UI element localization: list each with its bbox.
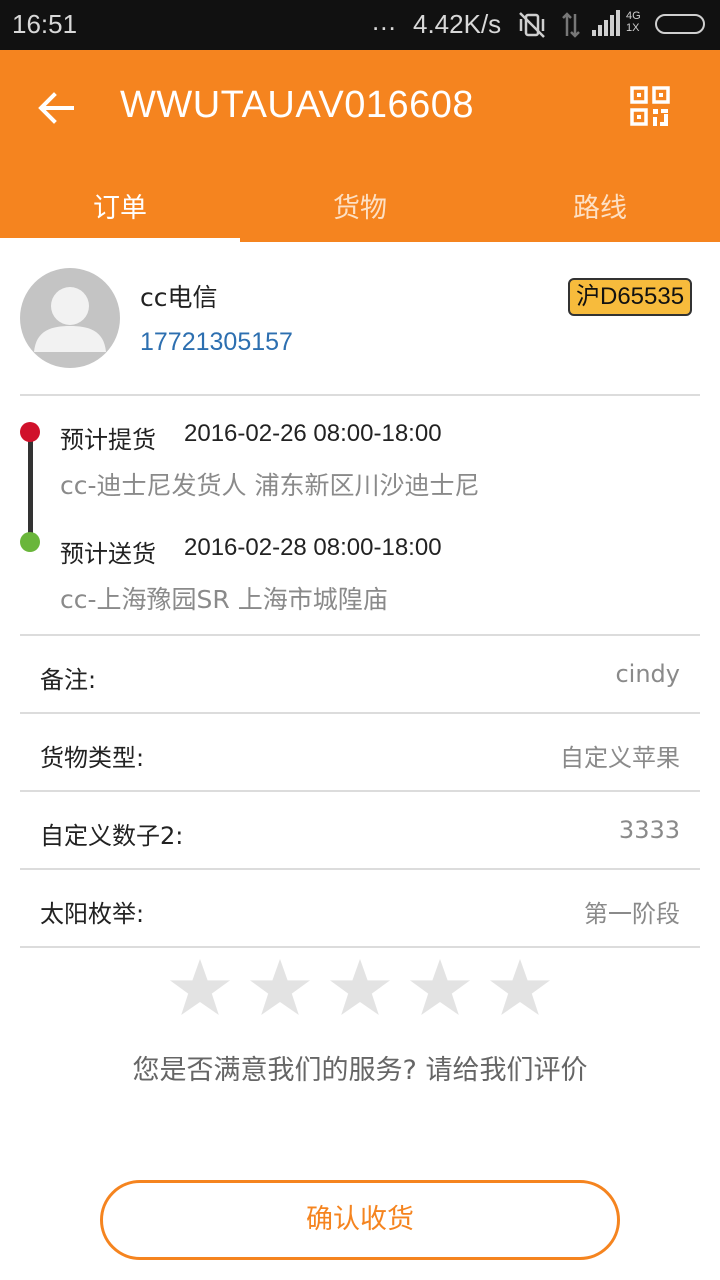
star-icon — [170, 959, 230, 1015]
pickup-dot — [20, 422, 40, 442]
delivery-time: 2016-02-28 08:00-18:00 — [184, 534, 442, 561]
info-label: 自定义数子2: — [40, 822, 184, 850]
license-plate-badge: 沪D65535 — [568, 278, 693, 316]
info-value: 自定义苹果 — [560, 744, 680, 772]
contact-name: cc电信 — [140, 283, 218, 312]
star-4-button[interactable] — [400, 952, 480, 1024]
info-value: 3333 — [618, 816, 680, 844]
delivery-label: 预计送货 — [60, 540, 156, 568]
status-bar: 16:51 ... 4.42K/s 4G 1X — [0, 0, 720, 50]
network-type-label: 4G 1X — [626, 10, 641, 34]
info-row-sun-enum: 太阳枚举: 第一阶段 — [20, 870, 700, 946]
avatar — [20, 268, 120, 368]
battery-icon — [655, 14, 705, 34]
delivery-dot — [20, 532, 40, 552]
info-label: 备注: — [40, 666, 97, 694]
rating-stars — [160, 952, 560, 1024]
delivery-address: cc-上海豫园SR 上海市城隍庙 — [60, 585, 388, 614]
info-row-remark: 备注: cindy — [20, 636, 700, 712]
info-value: cindy — [615, 660, 680, 688]
info-row-custom-number: 自定义数子2: 3333 — [20, 792, 700, 868]
signal-strength-icon — [592, 10, 624, 43]
confirm-receipt-button[interactable]: 确认收货 — [100, 1180, 620, 1260]
network-speed: 4.42K/s — [413, 9, 502, 39]
star-3-button[interactable] — [320, 952, 400, 1024]
info-label: 太阳枚举: — [40, 900, 145, 928]
star-icon — [410, 959, 470, 1015]
star-5-button[interactable] — [480, 952, 560, 1024]
tab-route[interactable]: 路线 — [480, 180, 720, 242]
contact-section: cc电信 17721305157 沪D65535 — [0, 242, 720, 394]
pickup-time: 2016-02-26 08:00-18:00 — [184, 420, 442, 447]
data-transfer-icon — [560, 10, 582, 45]
user-avatar-icon — [34, 287, 106, 352]
star-icon — [250, 959, 310, 1015]
star-2-button[interactable] — [240, 952, 320, 1024]
info-label: 货物类型: — [40, 744, 145, 772]
page-title: WWUTAUAV016608 — [120, 84, 475, 126]
route-line — [28, 437, 33, 541]
status-dots: ... — [372, 6, 397, 36]
status-time: 16:51 — [12, 9, 78, 39]
contact-phone[interactable]: 17721305157 — [140, 328, 293, 357]
vibrate-off-icon — [517, 10, 547, 45]
info-row-cargo-type: 货物类型: 自定义苹果 — [20, 714, 700, 790]
qr-code-button[interactable] — [626, 84, 674, 132]
pickup-label: 预计提货 — [60, 426, 156, 454]
star-icon — [490, 959, 550, 1015]
star-1-button[interactable] — [160, 952, 240, 1024]
info-value: 第一阶段 — [584, 900, 680, 928]
divider — [20, 394, 700, 396]
app-header: WWUTAUAV016608 订单 货物 路线 — [0, 50, 720, 242]
qr-code-icon — [630, 86, 670, 126]
back-arrow-icon — [38, 92, 74, 124]
pickup-address: cc-迪士尼发货人 浦东新区川沙迪士尼 — [60, 471, 480, 500]
tab-order[interactable]: 订单 — [0, 180, 240, 242]
rating-prompt: 您是否满意我们的服务? 请给我们评价 — [132, 1055, 588, 1086]
divider — [20, 946, 700, 948]
tab-bar: 订单 货物 路线 — [0, 180, 720, 242]
star-icon — [330, 959, 390, 1015]
tab-cargo[interactable]: 货物 — [240, 180, 480, 242]
back-button[interactable] — [34, 84, 82, 132]
